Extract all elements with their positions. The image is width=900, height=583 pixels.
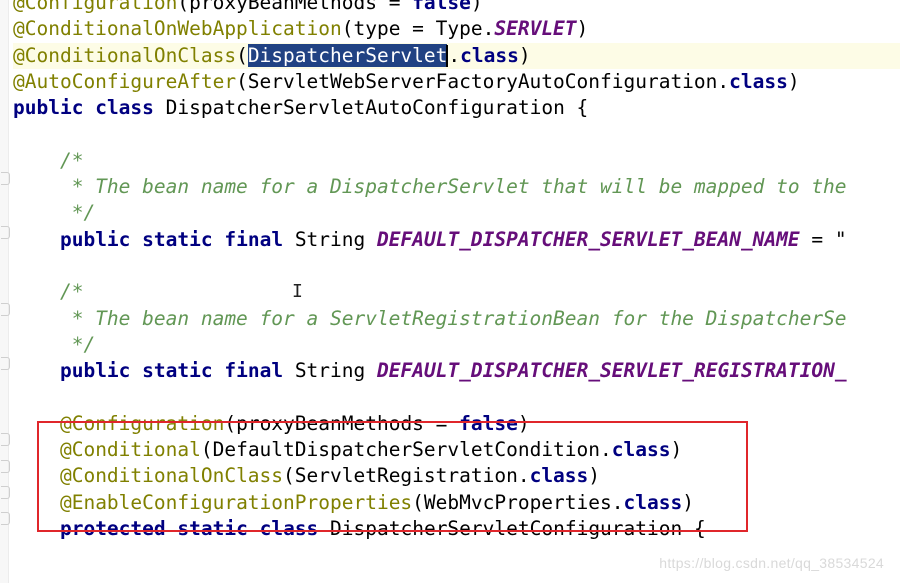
code-line[interactable]: */ (13, 332, 900, 358)
code-editor[interactable]: @Configuration(proxyBeanMethods = false)… (13, 0, 900, 542)
code-line[interactable]: @ConditionalOnWebApplication(type = Type… (13, 16, 900, 42)
code-line[interactable]: @Configuration(proxyBeanMethods = false) (13, 0, 900, 16)
comment: */ (13, 201, 96, 225)
code-line[interactable]: /* (13, 279, 900, 305)
fold-marker-icon[interactable] (0, 460, 10, 473)
code-line[interactable]: * The bean name for a ServletRegistratio… (13, 306, 900, 332)
fold-marker-icon[interactable] (0, 357, 10, 370)
code-line-blank[interactable] (13, 253, 900, 279)
watermark: https://blog.csdn.net/qq_38534524 (659, 555, 884, 571)
fold-marker-icon[interactable] (0, 486, 10, 499)
fold-marker-icon[interactable] (0, 303, 10, 316)
fold-marker-icon[interactable] (0, 226, 10, 239)
annotation: @ConditionalOnClass (59, 464, 284, 488)
fold-marker-icon[interactable] (0, 512, 10, 525)
code-line[interactable]: @Configuration(proxyBeanMethods = false) (13, 411, 900, 437)
comment: */ (13, 332, 96, 356)
code-line[interactable]: @ConditionalOnClass(ServletRegistration.… (13, 463, 900, 489)
code-line[interactable]: public static final String DEFAULT_DISPA… (13, 358, 900, 384)
code-line-blank[interactable] (13, 384, 900, 410)
code-line[interactable]: /* (13, 148, 900, 174)
code-line[interactable]: public static final String DEFAULT_DISPA… (13, 227, 900, 253)
code-line[interactable]: @AutoConfigureAfter(ServletWebServerFact… (13, 69, 900, 95)
annotation: @ConditionalOnClass (13, 43, 237, 67)
fold-marker-icon[interactable] (0, 433, 10, 446)
comment: * The bean name for a DispatcherServlet … (13, 175, 847, 199)
comment: * The bean name for a ServletRegistratio… (13, 306, 847, 330)
comment: /* (13, 280, 84, 304)
annotation: @Conditional (59, 438, 201, 462)
code-line[interactable]: public class DispatcherServletAutoConfig… (13, 95, 900, 121)
annotation: @EnableConfigurationProperties (59, 490, 413, 514)
code-line[interactable]: protected static class DispatcherServlet… (13, 516, 900, 542)
code-line[interactable]: @Conditional(DefaultDispatcherServletCon… (13, 437, 900, 463)
annotation: @ConditionalOnWebApplication (13, 17, 342, 41)
annotation: @Configuration (13, 0, 178, 14)
code-line-current[interactable]: @ConditionalOnClass(DispatcherServlet.cl… (13, 42, 900, 69)
annotation: @Configuration (59, 411, 225, 435)
code-line[interactable]: @EnableConfigurationProperties(WebMvcPro… (13, 490, 900, 516)
code-line[interactable]: */ (13, 200, 900, 226)
text-cursor-icon: I (292, 281, 303, 302)
selected-text[interactable]: DispatcherServlet (247, 43, 448, 67)
code-line[interactable]: * The bean name for a DispatcherServlet … (13, 174, 900, 200)
fold-marker-icon[interactable] (0, 172, 10, 185)
code-line-blank[interactable] (13, 121, 900, 147)
comment: /* (13, 148, 84, 172)
annotation: @AutoConfigureAfter (13, 69, 237, 93)
